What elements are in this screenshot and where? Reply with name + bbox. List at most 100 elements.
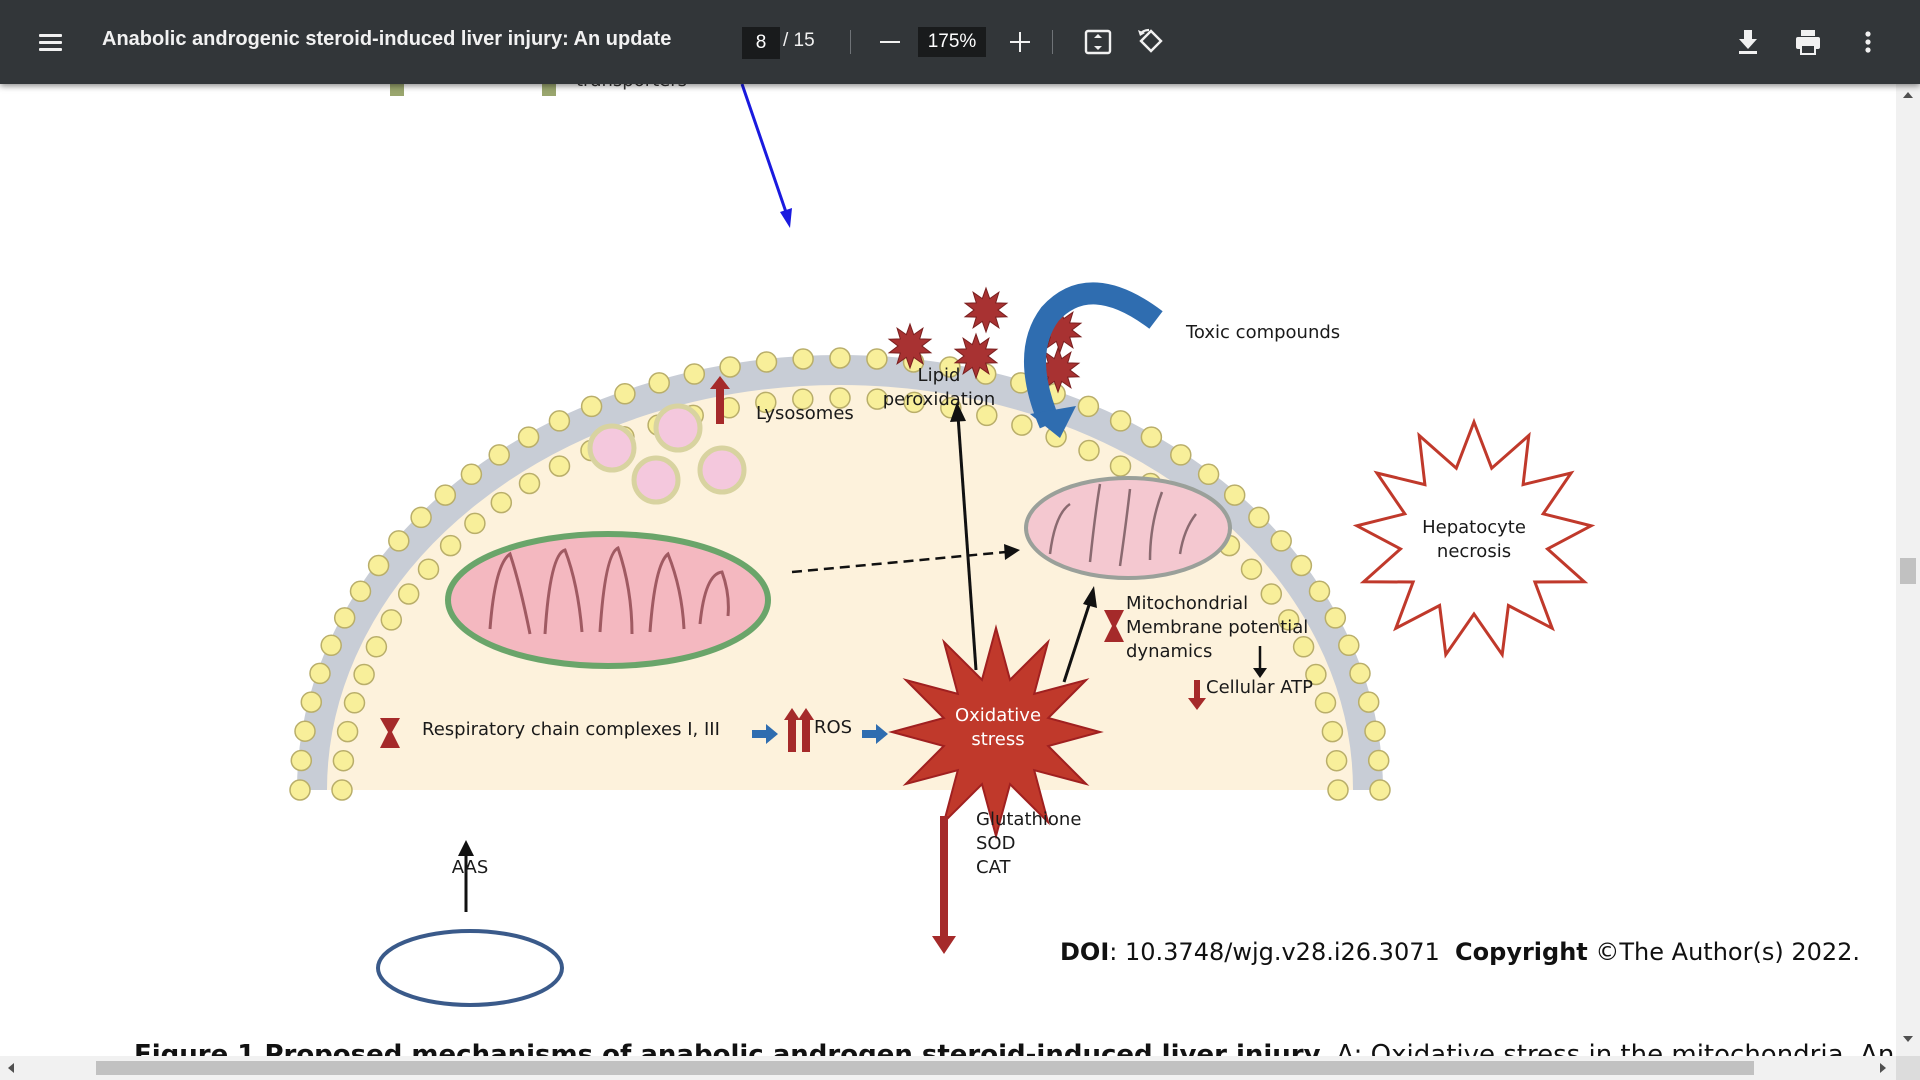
- antioxidant-decrease-arrow: [932, 816, 956, 954]
- mito-line3: dynamics: [1126, 641, 1213, 662]
- phospholipid-head: [648, 372, 670, 394]
- lysosomes-label: Lysosomes: [756, 403, 854, 424]
- mitochondrion-damaged: [1024, 476, 1232, 580]
- burst-shape: [963, 286, 1009, 334]
- blue-arrow-head: [780, 208, 792, 228]
- phospholipid-head: [439, 534, 462, 557]
- phospholipid-head: [1077, 395, 1100, 418]
- phospholipid-head: [320, 634, 342, 657]
- phospholipid-head: [410, 506, 432, 529]
- scroll-left-icon[interactable]: [8, 1063, 14, 1073]
- phospholipid-head: [1324, 607, 1347, 629]
- zoom-level-input[interactable]: 175%: [918, 27, 986, 57]
- phospholipid-head: [1367, 749, 1390, 772]
- page-number-input[interactable]: [742, 27, 780, 59]
- phospholipid-head: [1170, 444, 1192, 466]
- phospholipid-head: [388, 530, 410, 552]
- phospholipid-head: [434, 484, 457, 506]
- phospholipid-head: [300, 691, 323, 713]
- horizontal-scroll-thumb[interactable]: [96, 1061, 1754, 1075]
- doi-label: DOI: [1060, 938, 1110, 966]
- phospholipid-head: [336, 720, 359, 743]
- phospholipid-head: [1140, 426, 1163, 448]
- phospholipid-head: [683, 363, 706, 385]
- lipid-label-line2: peroxidation: [882, 389, 996, 410]
- menu-icon[interactable]: [30, 22, 70, 62]
- lipid-peroxidation-label: Lipid peroxidation: [876, 364, 1002, 412]
- copyright-label: Copyright: [1455, 938, 1588, 966]
- more-vert-icon: [1865, 31, 1871, 53]
- scroll-right-icon[interactable]: [1880, 1063, 1886, 1073]
- cut-off-label: transporters: [576, 84, 687, 91]
- transporter-icon: [542, 84, 556, 96]
- blue-arrow: [740, 84, 790, 219]
- phospholipid-head: [460, 463, 483, 486]
- lipid-label-line1: Lipid: [917, 365, 961, 386]
- document-title: Anabolic androgenic steroid-induced live…: [102, 28, 672, 50]
- phospholipid-head: [1338, 634, 1360, 657]
- toxic-compounds-label: Toxic compounds: [1186, 322, 1341, 343]
- phospholipid-head: [353, 663, 375, 686]
- phospholipid-head: [518, 472, 541, 495]
- fit-to-page-button[interactable]: [1078, 22, 1118, 62]
- doi-value[interactable]: : 10.3748/wjg.v28.i26.3071: [1109, 938, 1440, 966]
- horizontal-scrollbar[interactable]: [0, 1056, 1920, 1080]
- phospholipid-head: [349, 580, 372, 603]
- phospholipid-head: [1327, 779, 1349, 801]
- scroll-up-icon[interactable]: [1903, 92, 1913, 98]
- phospholipid-head: [1349, 662, 1371, 685]
- cellular-atp-label: Cellular ATP: [1206, 677, 1313, 698]
- phospholipid-head: [1325, 749, 1348, 772]
- more-actions-button[interactable]: [1848, 22, 1888, 62]
- phospholipid-head: [309, 662, 331, 685]
- fit-page-icon: [1084, 29, 1112, 55]
- aas-label: AAS: [451, 857, 489, 878]
- phospholipid-head: [829, 347, 851, 369]
- phospholipid-head: [289, 779, 311, 801]
- rotate-icon: [1138, 28, 1163, 53]
- download-icon: [1739, 30, 1757, 54]
- caption-title: Figure 1 Proposed mechanisms of anabolic…: [134, 1040, 1329, 1056]
- phospholipid-head: [1369, 779, 1391, 801]
- respiratory-chain-label: Respiratory chain complexes I, III: [422, 719, 720, 740]
- zoom-out-button[interactable]: [870, 22, 910, 62]
- zoom-in-button[interactable]: [1000, 22, 1040, 62]
- phospholipid-head: [792, 348, 814, 370]
- phospholipid-head: [1011, 414, 1033, 436]
- vertical-scrollbar[interactable]: [1896, 84, 1920, 1056]
- doi-line: DOI: 10.3748/wjg.v28.i26.3071 Copyright …: [1060, 938, 1860, 966]
- rotate-button[interactable]: [1131, 22, 1171, 62]
- pdf-page: transporters Toxic compounds Lipid perox…: [0, 84, 1896, 1056]
- ox-line2: stress: [971, 729, 1025, 750]
- phospholipid-head: [755, 351, 778, 373]
- phospholipid-head: [488, 444, 510, 466]
- phospholipid-head: [580, 395, 603, 418]
- phospholipid-head: [548, 410, 571, 432]
- membrane-protein-icon: [390, 84, 404, 96]
- necrosis-label-line1: Hepatocyte: [1422, 517, 1526, 538]
- vertical-scroll-thumb[interactable]: [1900, 558, 1916, 584]
- mito-line2: Membrane potential: [1126, 617, 1309, 638]
- figure-caption: Figure 1 Proposed mechanisms of anabolic…: [134, 1040, 1896, 1056]
- phospholipid-head: [290, 749, 313, 772]
- mitochondrial-label: Mitochondrial Membrane potential dynamic…: [1126, 592, 1308, 664]
- phospholipid-head: [1109, 455, 1132, 477]
- toolbar-divider: [1052, 30, 1053, 54]
- scrollbar-corner: [1896, 1056, 1920, 1080]
- ox-line1: Oxidative: [954, 705, 1042, 726]
- phospholipid-head: [1223, 484, 1246, 506]
- phospholipid-head: [397, 583, 420, 605]
- ros-label: ROS: [814, 717, 853, 738]
- download-button[interactable]: [1728, 22, 1768, 62]
- phospholipid-head: [1364, 720, 1386, 742]
- scroll-down-icon[interactable]: [1903, 1036, 1913, 1042]
- phospholipid-head: [548, 455, 571, 477]
- phospholipid-head: [294, 720, 316, 742]
- page-total: / 15: [783, 30, 815, 51]
- minus-icon: [880, 41, 900, 43]
- print-button[interactable]: [1788, 22, 1828, 62]
- phospholipid-head: [367, 554, 390, 577]
- pdf-toolbar: Anabolic androgenic steroid-induced live…: [0, 0, 1920, 84]
- print-icon: [1796, 30, 1820, 55]
- phospholipid-head: [517, 426, 540, 448]
